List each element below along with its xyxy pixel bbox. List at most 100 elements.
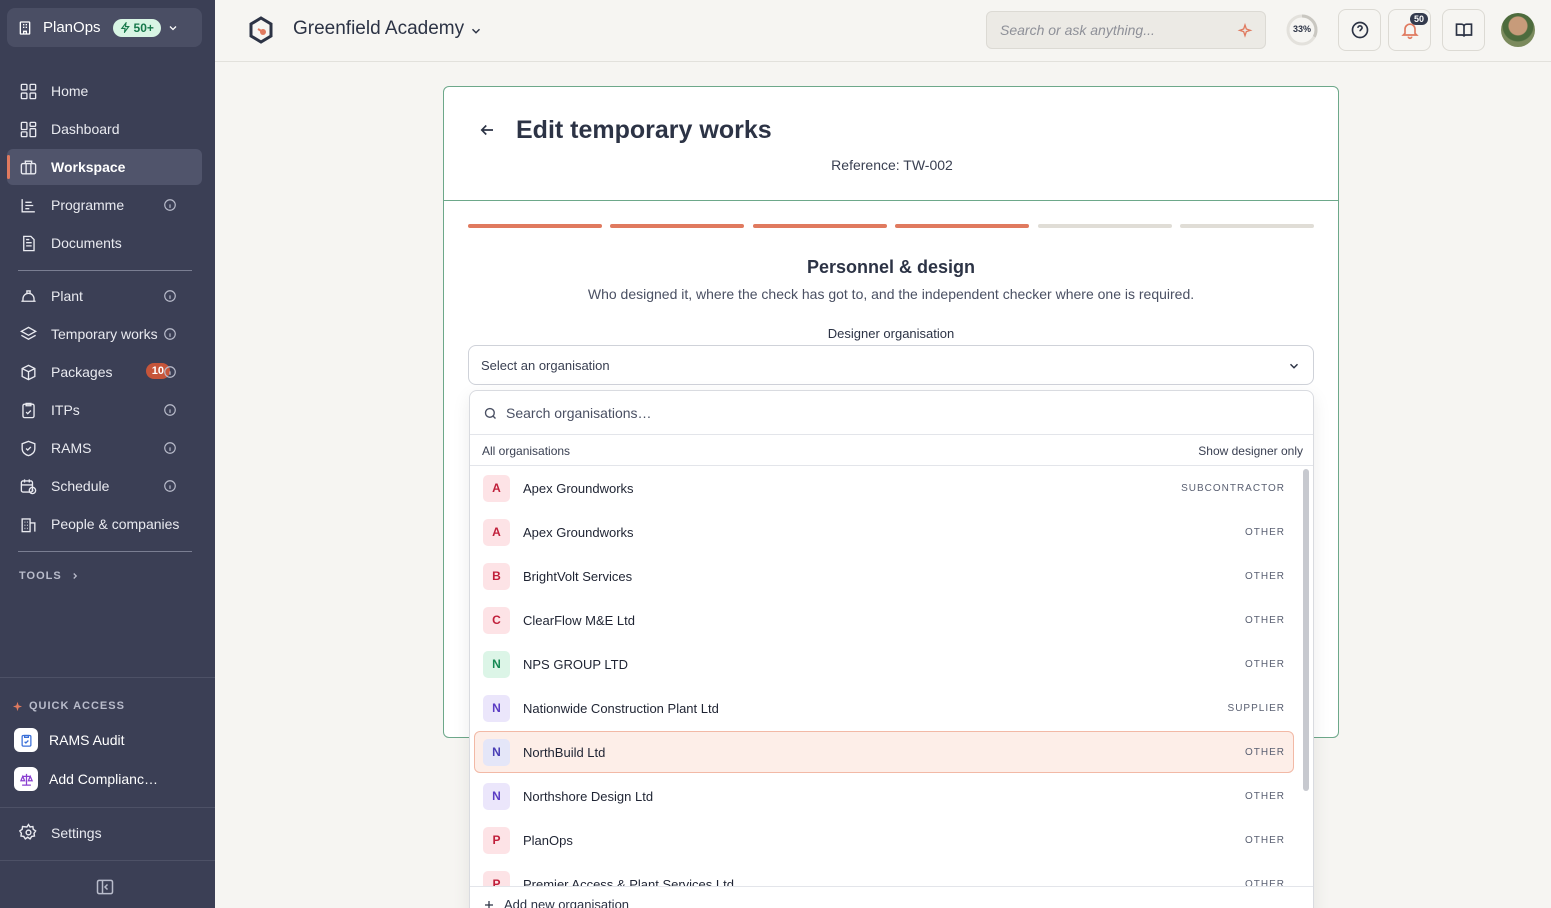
organisation-option[interactable]: B BrightVolt Services OTHER (474, 555, 1294, 597)
quick-access-label-rams: RAMS Audit (49, 732, 125, 748)
quick-access-label-compliance: Add Complianc… (49, 771, 158, 787)
organisation-option[interactable]: N Nationwide Construction Plant Ltd SUPPLI… (474, 687, 1294, 729)
progress-step (752, 224, 887, 228)
organisation-option[interactable]: N NPS GROUP LTD OTHER (474, 643, 1294, 685)
org-initial-badge: A (483, 474, 510, 502)
programme-icon (21, 198, 35, 213)
settings-label: Settings (51, 824, 102, 841)
quick-access-item-add-compliance[interactable]: Add Complianc… (14, 767, 158, 791)
organisation-option[interactable]: N NorthBuild Ltd OTHER (474, 731, 1294, 773)
org-option-name: BrightVolt Services (523, 568, 633, 584)
sidebar-item-packages[interactable]: Packages 10 (7, 354, 202, 390)
add-new-organisation-label: Add new organisation (504, 897, 630, 908)
add-new-organisation-button[interactable]: Add new organisation (470, 886, 1313, 908)
org-option-name: NorthBuild Ltd (523, 744, 606, 760)
info-icon[interactable] (163, 403, 177, 417)
org-option-type: OTHER (1245, 527, 1285, 538)
sidebar-item-people-companies[interactable]: People & companies (7, 506, 202, 542)
sidebar: PlanOps 50+ Home Dashboard Workspace Progra… (0, 0, 215, 908)
user-avatar[interactable] (1501, 13, 1535, 47)
info-icon[interactable] (163, 327, 177, 341)
layers-icon (19, 326, 38, 340)
sidebar-item-label: Plant (51, 288, 83, 304)
organisation-option[interactable]: A Apex Groundworks OTHER (474, 511, 1294, 553)
select-value: Select an organisation (481, 357, 610, 373)
quick-access-title: QUICK ACCESS (12, 700, 125, 712)
organisation-list: A Apex Groundworks SUBCONTRACTOR A Apex Grou… (470, 467, 1313, 887)
building-icon (19, 20, 31, 35)
tools-toggle[interactable]: TOOLS (19, 570, 80, 582)
list-scrollbar[interactable] (1303, 469, 1309, 791)
progress-step (610, 224, 745, 228)
org-option-name: Apex Groundworks (523, 480, 634, 496)
book-icon (1455, 23, 1472, 37)
org-switcher[interactable]: PlanOps 50+ (7, 8, 202, 47)
docs-button[interactable] (1442, 9, 1485, 51)
org-initial-badge: P (483, 870, 510, 887)
notifications-button[interactable]: 50 (1388, 9, 1431, 51)
quick-access-item-rams-audit[interactable]: RAMS Audit (14, 728, 124, 752)
progress-ring[interactable]: 33% (1286, 14, 1318, 46)
project-title[interactable]: Greenfield Academy (293, 18, 464, 40)
org-option-name: ClearFlow M&E Ltd (523, 612, 635, 628)
sparkle-icon[interactable] (1237, 23, 1253, 39)
organisation-option[interactable]: N Northshore Design Ltd OTHER (474, 775, 1294, 817)
info-icon[interactable] (163, 365, 177, 379)
sidebar-item-label: Programme (51, 197, 125, 213)
designer-organisation-select[interactable]: Select an organisation (468, 345, 1314, 385)
info-icon[interactable] (163, 479, 177, 493)
filter-all-organisations[interactable]: All organisations (482, 444, 570, 458)
organisation-option[interactable]: C ClearFlow M&E Ltd OTHER (474, 599, 1294, 641)
page-title: Edit temporary works (516, 116, 772, 144)
org-option-type: OTHER (1245, 747, 1285, 758)
sidebar-item-rams[interactable]: RAMS (7, 430, 202, 466)
dashboard-icon (20, 121, 37, 137)
sidebar-collapse-icon[interactable] (95, 877, 115, 897)
sidebar-item-workspace[interactable]: Workspace (7, 149, 202, 185)
sidebar-item-home[interactable]: Home (7, 73, 202, 109)
info-icon[interactable] (163, 441, 177, 455)
sidebar-item-documents[interactable]: Documents (7, 225, 202, 261)
back-arrow-icon[interactable] (478, 121, 496, 139)
org-name: PlanOps (43, 19, 101, 36)
sidebar-item-schedule[interactable]: Schedule (7, 468, 202, 504)
app-logo-icon[interactable] (247, 16, 275, 44)
org-badge-count: 50+ (133, 20, 154, 35)
sidebar-item-dashboard[interactable]: Dashboard (7, 111, 202, 147)
org-option-type: SUPPLIER (1227, 703, 1285, 714)
notification-count: 50 (1409, 13, 1428, 25)
organisation-search-input[interactable]: Search organisations… (470, 391, 1313, 435)
organisation-search-placeholder: Search organisations… (506, 404, 652, 421)
chevron-down-icon (169, 25, 177, 30)
settings-link[interactable]: Settings (19, 823, 102, 842)
card-divider (444, 200, 1338, 201)
sidebar-item-programme[interactable]: Programme (7, 187, 202, 223)
sidebar-item-plant[interactable]: Plant (7, 278, 202, 314)
chevron-down-icon (1289, 363, 1299, 369)
scales-icon (14, 767, 38, 791)
sidebar-item-label: People & companies (51, 516, 180, 532)
org-initial-badge: N (483, 738, 510, 766)
global-search-input[interactable]: Search or ask anything... (986, 11, 1266, 49)
organisation-option[interactable]: A Apex Groundworks SUBCONTRACTOR (474, 467, 1294, 509)
chevron-down-icon[interactable] (469, 24, 483, 38)
info-icon[interactable] (163, 198, 177, 212)
sidebar-item-temporary-works[interactable]: Temporary works (7, 316, 202, 352)
sidebar-item-label: Packages (51, 364, 113, 380)
org-option-type: SUBCONTRACTOR (1181, 483, 1285, 494)
sidebar-item-label: Home (51, 83, 89, 99)
sidebar-item-label: Dashboard (51, 121, 120, 137)
help-button[interactable] (1338, 9, 1381, 51)
tools-label: TOOLS (19, 570, 62, 582)
organisation-option[interactable]: P PlanOps OTHER (474, 819, 1294, 861)
sidebar-item-label: Documents (51, 235, 122, 251)
section-title: Personnel & design (806, 257, 976, 277)
progress-step (468, 224, 602, 228)
sidebar-item-label: Temporary works (51, 326, 158, 342)
filter-show-designer-only[interactable]: Show designer only (1198, 444, 1303, 458)
dropdown-filter-bar: All organisations Show designer only (470, 435, 1313, 466)
document-icon (23, 235, 35, 251)
organisation-option[interactable]: P Premier Access & Plant Services Ltd OTHE… (474, 863, 1294, 887)
sidebar-item-itps[interactable]: ITPs (7, 392, 202, 428)
info-icon[interactable] (163, 289, 177, 303)
